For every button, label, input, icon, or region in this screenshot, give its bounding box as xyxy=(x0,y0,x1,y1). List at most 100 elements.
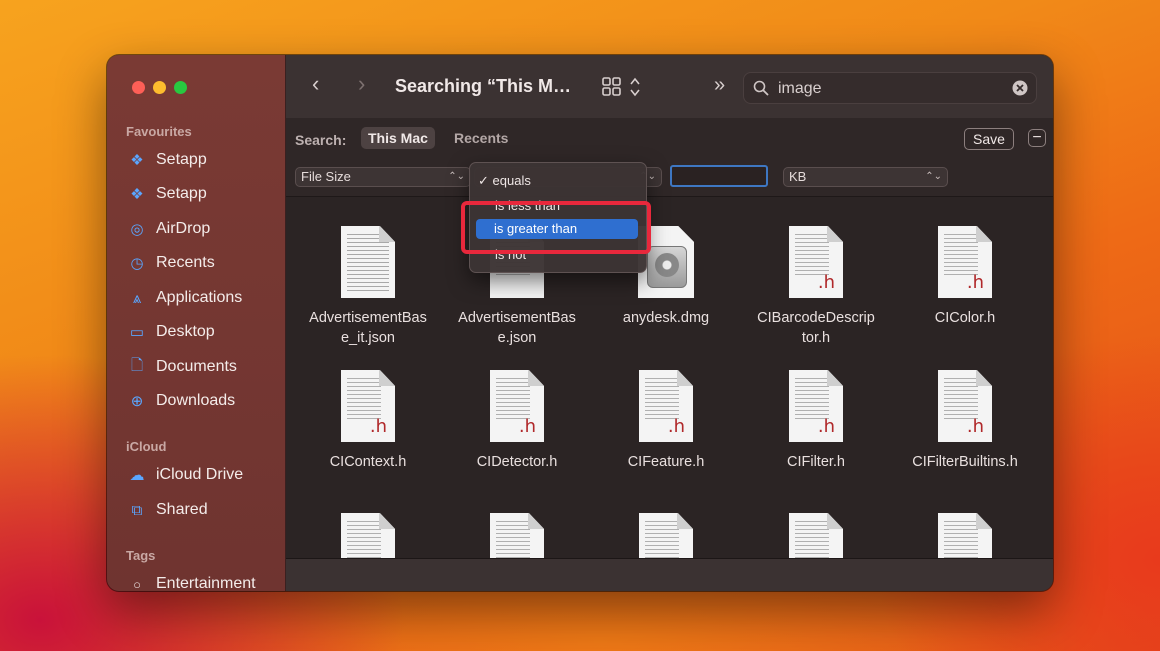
sidebar-item-desktop[interactable]: ▭ Desktop xyxy=(127,321,215,343)
document-file-icon xyxy=(789,513,843,559)
sidebar-item-label: Entertainment xyxy=(156,575,256,591)
file-name: CIContext.h xyxy=(293,452,443,472)
sidebar-item-shared[interactable]: ⧉ Shared xyxy=(127,499,208,521)
sidebar-item-label: Downloads xyxy=(156,392,236,409)
file-item[interactable]: .h CIFeature.h xyxy=(591,370,741,472)
sidebar-item-label: Setapp xyxy=(156,151,207,168)
sidebar-section-icloud: iCloud xyxy=(126,439,167,454)
scope-this-mac[interactable]: This Mac xyxy=(361,127,435,149)
close-window-button[interactable] xyxy=(132,81,145,94)
file-name-line2: tor.h xyxy=(801,330,831,346)
desktop-icon: ▭ xyxy=(129,324,145,341)
sidebar-item-downloads[interactable]: ⊕ Downloads xyxy=(127,390,235,412)
sidebar-section-favourites: Favourites xyxy=(126,124,192,139)
file-name-line2: e_it.json xyxy=(340,330,395,346)
sidebar-item-recents[interactable]: ◷ Recents xyxy=(127,252,215,274)
file-name: CIFilterBuiltins.h xyxy=(890,452,1040,472)
annotation-highlight-box xyxy=(461,201,651,254)
menu-item-equals[interactable]: ✓ equals xyxy=(478,171,531,191)
save-search-button[interactable]: Save xyxy=(964,128,1014,150)
scope-recents[interactable]: Recents xyxy=(447,127,515,149)
header-file-icon: .h xyxy=(490,370,544,442)
file-item[interactable]: .h CIColor.h xyxy=(890,226,1040,328)
search-scope-bar: Search: This Mac Recents Save − xyxy=(286,118,1053,158)
updown-arrows-icon: ⌃⌄ xyxy=(925,171,942,182)
double-chevron-right-icon: » xyxy=(714,74,726,96)
sidebar-item-tag-entertainment[interactable]: ○ Entertainment xyxy=(127,573,256,591)
sidebar-item-label: Shared xyxy=(156,501,208,518)
size-value-field[interactable] xyxy=(670,165,768,187)
search-criteria-row: File Size ⌃⌄ ⌃⌄ KB ⌃⌄ − + xyxy=(286,158,1053,197)
sidebar-item-applications[interactable]: ⩓ Applications xyxy=(127,287,243,309)
document-file-icon xyxy=(490,513,544,559)
view-options-button[interactable] xyxy=(602,76,644,103)
window-title: Searching “This M… xyxy=(395,76,572,96)
sidebar-item-setapp[interactable]: ❖ Setapp xyxy=(127,149,207,171)
finder-window: Favourites ❖ Setapp ❖ Setapp ◎ AirDrop ◷… xyxy=(107,55,1053,591)
header-file-icon: .h xyxy=(789,226,843,298)
file-item[interactable]: .h CIFilterBuiltins.h xyxy=(890,370,1040,472)
sidebar-item-label: Documents xyxy=(156,358,237,375)
minus-icon: − xyxy=(1032,129,1042,146)
search-field[interactable] xyxy=(743,72,1037,104)
document-file-icon xyxy=(341,513,395,559)
file-name: anydesk.dmg xyxy=(591,308,741,328)
forward-button[interactable]: › xyxy=(358,73,365,95)
sidebar-item-icloud-drive[interactable]: ☁ iCloud Drive xyxy=(127,464,244,486)
clock-icon: ◷ xyxy=(130,255,144,272)
file-name-line1: CIDetector.h xyxy=(476,454,558,470)
applications-icon: ⩓ xyxy=(132,289,142,307)
sidebar-item-documents[interactable]: 🗋 Documents xyxy=(127,356,237,378)
file-item[interactable] xyxy=(741,513,891,559)
sidebar-item-label: AirDrop xyxy=(156,220,211,237)
file-item[interactable]: .h CIContext.h xyxy=(293,370,443,472)
results-grid: AdvertisementBas e_it.json Advertisement… xyxy=(286,197,1053,559)
search-input[interactable] xyxy=(776,78,1000,100)
attribute-popup[interactable]: File Size ⌃⌄ xyxy=(295,167,471,187)
file-item[interactable]: .h CIDetector.h xyxy=(442,370,592,472)
size-value-input[interactable] xyxy=(672,167,766,185)
zoom-window-button[interactable] xyxy=(174,81,187,94)
minimize-window-button[interactable] xyxy=(153,81,166,94)
sidebar-item-setapp-2[interactable]: ❖ Setapp xyxy=(127,183,206,205)
file-item[interactable] xyxy=(890,513,1040,559)
sidebar-section-tags: Tags xyxy=(126,548,156,563)
airdrop-icon: ◎ xyxy=(130,221,144,238)
back-button[interactable]: ‹ xyxy=(312,73,319,95)
file-name-line2: e.json xyxy=(497,330,537,346)
file-name: CIBarcodeDescrip tor.h xyxy=(741,308,891,348)
file-name: CIFeature.h xyxy=(591,452,741,472)
remove-scope-button[interactable]: − xyxy=(1028,129,1046,147)
file-name: CIFilter.h xyxy=(741,452,891,472)
file-name-line1: AdvertisementBas xyxy=(309,310,427,326)
header-file-icon: .h xyxy=(639,370,693,442)
search-icon xyxy=(753,80,769,96)
menu-item-label: equals xyxy=(492,173,531,188)
header-file-icon: .h xyxy=(341,370,395,442)
attribute-value: File Size xyxy=(301,169,351,184)
cloud-icon: ☁ xyxy=(129,467,145,484)
updown-arrows-icon: ⌃⌄ xyxy=(448,171,465,182)
grid-view-icon xyxy=(602,77,640,97)
file-name-line1: CIFeature.h xyxy=(627,454,705,470)
status-bar xyxy=(286,558,1053,591)
sidebar-item-airdrop[interactable]: ◎ AirDrop xyxy=(127,218,210,240)
file-item[interactable] xyxy=(442,513,592,559)
unit-popup[interactable]: KB ⌃⌄ xyxy=(783,167,948,187)
file-name-line1: CIContext.h xyxy=(329,454,407,470)
file-name: AdvertisementBas e_it.json xyxy=(293,308,443,348)
main-content: ‹ › Searching “This M… » image Search: T… xyxy=(286,55,1053,591)
download-icon: ⊕ xyxy=(130,393,144,410)
sidebar-item-label: Desktop xyxy=(156,323,215,340)
file-item[interactable]: .h CIBarcodeDescrip tor.h xyxy=(741,226,891,348)
file-name-line1: AdvertisementBas xyxy=(458,310,576,326)
file-item[interactable] xyxy=(293,513,443,559)
toolbar: ‹ › Searching “This M… » xyxy=(286,55,1053,119)
file-item[interactable] xyxy=(591,513,741,559)
file-item[interactable]: AdvertisementBas e_it.json xyxy=(293,226,443,348)
clear-search-icon[interactable] xyxy=(1012,80,1028,96)
tag-circle-icon: ○ xyxy=(133,576,141,592)
more-toolbar-button[interactable]: » xyxy=(714,74,725,96)
file-item[interactable]: .h CIFilter.h xyxy=(741,370,891,472)
sidebar-item-label: Recents xyxy=(156,254,215,271)
